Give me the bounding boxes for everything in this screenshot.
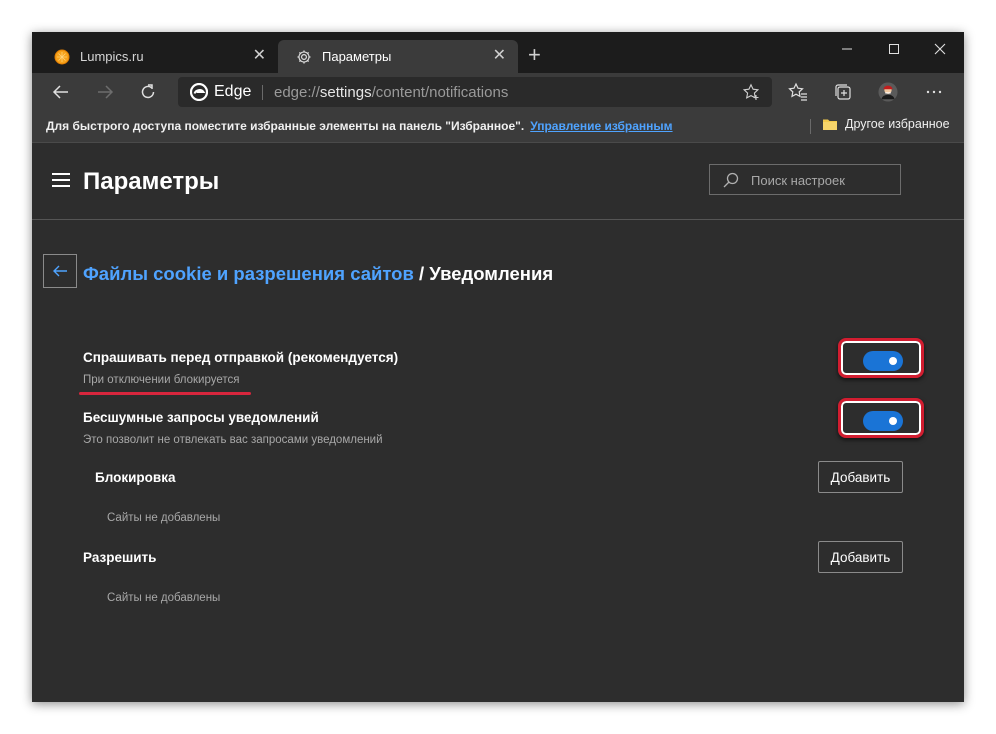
ask-before-sending-toggle[interactable]: [863, 351, 903, 371]
settings-page: Параметры Поиск настроек Файлы cookie и …: [32, 143, 964, 702]
allow-section-title: Разрешить: [83, 550, 157, 565]
tab-settings[interactable]: Параметры ✕: [278, 40, 518, 73]
highlight-box: [838, 338, 924, 378]
tab-label: Параметры: [322, 49, 392, 64]
gear-icon: [296, 49, 312, 65]
profile-avatar-icon[interactable]: [878, 82, 898, 102]
tab-label: Lumpics.ru: [80, 49, 144, 64]
breadcrumb-current: Уведомления: [429, 263, 554, 284]
ask-before-sending-description: При отключении блокируется: [83, 374, 240, 386]
minimize-icon[interactable]: [836, 38, 858, 60]
plus-icon[interactable]: +: [528, 44, 541, 66]
back-button[interactable]: [43, 254, 77, 288]
allow-empty-text: Сайты не добавлены: [107, 592, 221, 604]
close-icon[interactable]: ✕: [253, 48, 266, 64]
url-text: edge://settings/content/notifications: [274, 84, 509, 101]
close-icon[interactable]: ✕: [493, 48, 506, 64]
other-favorites-button[interactable]: Другое избранное: [822, 117, 950, 131]
star-add-icon[interactable]: [742, 83, 760, 106]
other-favorites-label: Другое избранное: [845, 117, 950, 131]
favorites-hint: Для быстрого доступа поместите избранные…: [46, 119, 673, 133]
browser-label: Edge: [214, 83, 252, 100]
address-separator: [262, 85, 263, 100]
edge-logo-icon: [189, 82, 209, 106]
favorites-separator: [810, 119, 811, 134]
tab-lumpics[interactable]: Lumpics.ru ✕: [36, 40, 278, 73]
block-empty-text: Сайты не добавлены: [107, 512, 221, 524]
title-bar: Lumpics.ru ✕ Параметры ✕ +: [32, 32, 964, 73]
breadcrumb-parent-link[interactable]: Файлы cookie и разрешения сайтов: [83, 263, 414, 284]
add-block-button[interactable]: Добавить: [818, 461, 903, 493]
lumpics-favicon-icon: [54, 49, 70, 65]
block-section-title: Блокировка: [95, 470, 176, 485]
page-title: Параметры: [83, 168, 220, 195]
quiet-requests-title: Бесшумные запросы уведомлений: [83, 410, 319, 425]
search-placeholder: Поиск настроек: [751, 173, 845, 188]
refresh-icon[interactable]: [137, 81, 159, 103]
favorites-bar: Для быстрого доступа поместите избранные…: [32, 111, 964, 143]
hamburger-menu-icon[interactable]: [52, 173, 70, 187]
header-divider: [32, 219, 964, 220]
quiet-requests-toggle[interactable]: [863, 411, 903, 431]
more-icon[interactable]: [924, 82, 944, 102]
search-icon: [722, 171, 740, 189]
back-arrow-icon: [53, 265, 67, 277]
ask-before-sending-title: Спрашивать перед отправкой (рекомендуетс…: [83, 350, 399, 365]
maximize-icon[interactable]: [883, 38, 905, 60]
toolbar: Edge edge://settings/content/notificatio…: [32, 73, 964, 111]
search-input[interactable]: Поиск настроек: [709, 164, 901, 195]
folder-icon: [822, 117, 838, 131]
favorites-icon[interactable]: [788, 82, 808, 102]
address-bar[interactable]: Edge edge://settings/content/notificatio…: [178, 77, 772, 107]
collections-icon[interactable]: [833, 82, 853, 102]
add-allow-button[interactable]: Добавить: [818, 541, 903, 573]
highlight-underline: [79, 392, 251, 395]
breadcrumb-separator: /: [413, 263, 430, 284]
highlight-box: [838, 398, 924, 438]
quiet-requests-description: Это позволит не отвлекать вас запросами …: [83, 434, 383, 446]
close-window-icon[interactable]: [929, 38, 951, 60]
forward-arrow-icon[interactable]: [94, 81, 116, 103]
browser-window: Lumpics.ru ✕ Параметры ✕ + Edge edge://s…: [32, 32, 964, 702]
manage-favorites-link[interactable]: Управление избранным: [530, 119, 672, 133]
back-arrow-icon[interactable]: [50, 81, 72, 103]
breadcrumb: Файлы cookie и разрешения сайтов / Уведо…: [83, 263, 553, 285]
